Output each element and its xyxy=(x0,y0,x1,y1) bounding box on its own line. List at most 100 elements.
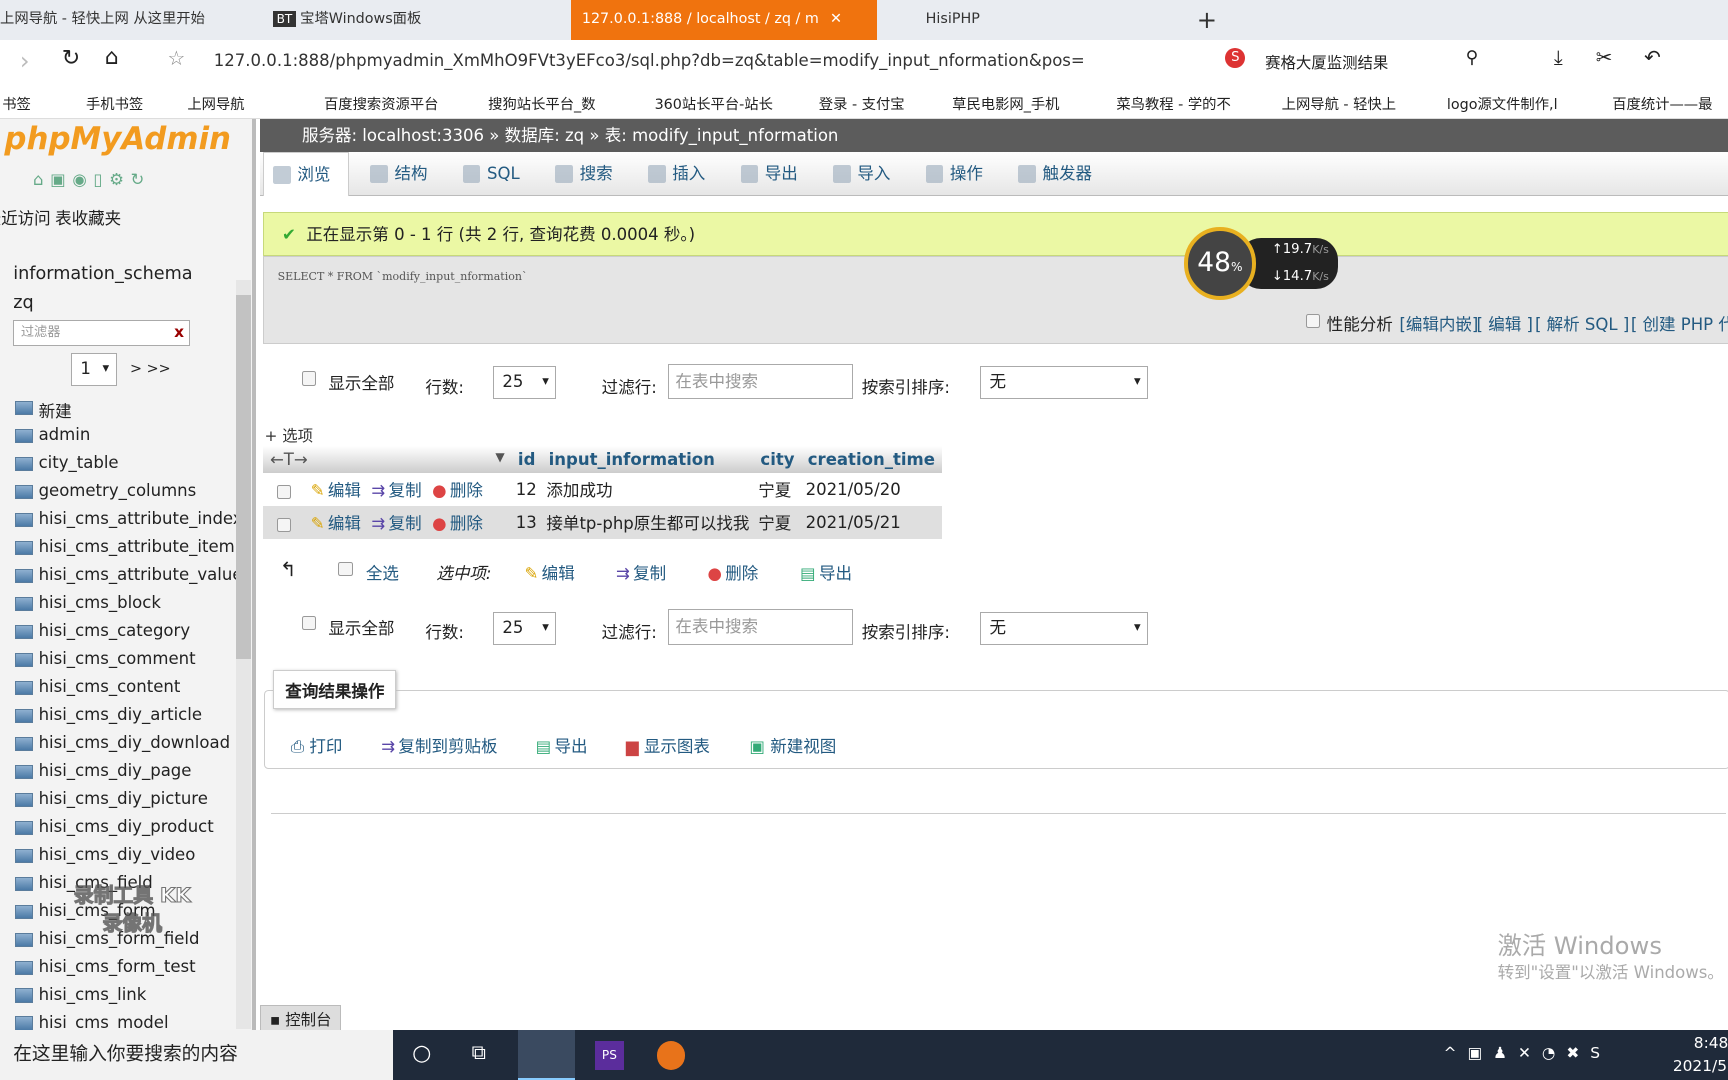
breadcrumb-database[interactable]: 数据库: zq xyxy=(505,126,585,145)
bookmark[interactable]: 百度搜索资源平台 xyxy=(324,93,439,114)
cell-input-information[interactable]: 添加成功 xyxy=(542,473,754,506)
sidebar-tab-favorites[interactable]: 表收藏夹 xyxy=(55,205,121,229)
tab-search[interactable]: 搜索 xyxy=(547,152,613,196)
cell-id[interactable]: 13 xyxy=(511,505,542,539)
undo-icon[interactable]: ↶ xyxy=(1644,46,1661,69)
column-header-creation-time[interactable]: creation_time xyxy=(801,446,942,473)
create-view-button[interactable]: ▣ 新建视图 xyxy=(749,733,836,757)
download-icon[interactable]: ⤓ xyxy=(1554,46,1563,69)
url-field[interactable]: 127.0.0.1:888/phpmyadmin_XmMhO9FVt3yEFco… xyxy=(214,51,1096,70)
sidebar-icons[interactable]: ⌂▣◉▯⚙↻ xyxy=(33,170,151,189)
bookmark[interactable]: 手机书签 xyxy=(86,93,143,114)
row-checkbox[interactable] xyxy=(276,484,291,499)
bookmark[interactable]: 上网导航 xyxy=(187,93,244,114)
sidebar-table-item[interactable]: hisi_cms_link xyxy=(39,985,147,1004)
taskbar-search[interactable]: 在这里输入你要搜索的内容 xyxy=(0,1030,394,1080)
tab-import[interactable]: 导入 xyxy=(824,152,890,196)
bookmark[interactable]: 360站长平台-站长 xyxy=(655,93,773,114)
row-edit-button[interactable]: 编辑 xyxy=(311,514,361,533)
sidebar-table-item[interactable]: city_table xyxy=(39,453,119,472)
clock-time[interactable]: 8:48 xyxy=(1694,1034,1728,1052)
row-delete-button[interactable]: 删除 xyxy=(432,514,483,533)
explain-sql-link[interactable]: [ 解析 SQL ] xyxy=(1535,311,1629,335)
bookmark[interactable]: 百度统计——最 xyxy=(1612,93,1712,114)
cell-creation-time[interactable]: 2021/05/20 xyxy=(801,473,941,506)
close-tab-icon[interactable]: ✕ xyxy=(830,11,842,27)
sidebar-table-item[interactable]: hisi_cms_attribute_value xyxy=(39,565,243,584)
task-view-icon[interactable]: ⧉ xyxy=(472,1041,486,1064)
browser-taskbar-icon[interactable] xyxy=(517,1030,576,1080)
bookmark[interactable]: logo源文件制作,l xyxy=(1447,93,1558,114)
bulk-delete-button[interactable]: 删除 xyxy=(707,560,758,584)
column-header-input-information[interactable]: input_information xyxy=(542,446,754,473)
sidebar-table-item[interactable]: admin xyxy=(39,425,91,444)
sidebar-table-item[interactable]: hisi_cms_attribute_index xyxy=(39,509,243,528)
bookmark[interactable]: 上网导航 - 轻快上 xyxy=(1282,93,1396,114)
tab-triggers[interactable]: 触发器 xyxy=(1009,152,1092,196)
cell-input-information[interactable]: 接单tp-php原生都可以找我 xyxy=(542,505,754,539)
tab-sql[interactable]: SQL xyxy=(454,152,520,196)
sidebar-table-item[interactable]: hisi_cms_model xyxy=(39,1013,169,1032)
row-edit-button[interactable]: 编辑 xyxy=(311,481,361,500)
export-button[interactable]: 导出 xyxy=(536,733,587,757)
page-next[interactable]: > >> xyxy=(130,361,171,377)
clear-filter-icon[interactable]: x xyxy=(174,323,184,341)
sidebar-table-item[interactable]: hisi_cms_diy_download xyxy=(39,733,231,752)
new-tab-icon[interactable]: + xyxy=(1197,0,1217,40)
bulk-copy-button[interactable]: 复制 xyxy=(616,560,666,584)
rows-select[interactable]: 25 xyxy=(492,365,557,399)
search-suggest[interactable]: 赛格大厦监测结果 xyxy=(1265,51,1388,73)
create-php-link[interactable]: [ 创建 PHP 代 xyxy=(1631,311,1728,335)
show-chart-button[interactable]: ▆ 显示图表 xyxy=(626,733,710,757)
page-select[interactable]: 1 xyxy=(70,352,117,386)
sidebar-table-item[interactable]: hisi_cms_comment xyxy=(39,649,196,668)
show-all-checkbox-bottom[interactable] xyxy=(301,616,317,631)
row-checkbox[interactable] xyxy=(276,517,291,532)
edit-link[interactable]: [ 编辑 ] xyxy=(1477,311,1533,335)
sidebar-table-item[interactable]: hisi_cms_attribute_item xyxy=(39,537,235,556)
db-information-schema[interactable]: information_schema xyxy=(13,264,192,284)
select-all-checkbox[interactable] xyxy=(338,562,353,577)
row-delete-button[interactable]: 删除 xyxy=(432,481,483,500)
clock-date[interactable]: 2021/5 xyxy=(1673,1057,1727,1075)
tab-hao[interactable]: 上网导航 - 轻快上网 从这里开始 xyxy=(0,0,253,40)
bulk-export-button[interactable]: 导出 xyxy=(800,560,852,584)
console-toggle[interactable]: ▪ 控制台 xyxy=(260,1005,342,1034)
sidebar-table-item[interactable]: hisi_cms_form_test xyxy=(39,957,196,976)
column-header-city[interactable]: city xyxy=(753,446,802,473)
sidebar-table-item[interactable]: geometry_columns xyxy=(39,481,197,500)
cell-city[interactable]: 宁夏 xyxy=(754,473,801,506)
sort-select[interactable]: 无 xyxy=(979,365,1149,399)
breadcrumb-server[interactable]: 服务器: localhost:3306 xyxy=(302,126,484,145)
profiling-checkbox[interactable] xyxy=(1305,313,1321,329)
phpstorm-icon[interactable]: PS xyxy=(595,1041,624,1071)
reload-icon[interactable]: ↻ xyxy=(62,46,80,71)
column-controls[interactable]: ←T→ ▼ xyxy=(263,446,512,473)
select-all-link[interactable]: 全选 xyxy=(366,560,399,584)
sidebar-table-item[interactable]: hisi_cms_diy_picture xyxy=(39,789,208,808)
tab-operations[interactable]: 操作 xyxy=(917,152,983,196)
options-toggle[interactable]: + 选项 xyxy=(264,424,313,446)
bookmark[interactable]: 书签 xyxy=(2,93,31,114)
bookmark[interactable]: 草民电影网_手机 xyxy=(952,93,1059,114)
new-table-link[interactable]: 新建 xyxy=(39,398,72,422)
edit-inline-link[interactable]: [编辑内嵌] xyxy=(1399,311,1478,335)
cell-creation-time[interactable]: 2021/05/21 xyxy=(801,505,942,539)
bulk-edit-button[interactable]: 编辑 xyxy=(525,560,575,584)
search-icon[interactable]: ⚲ xyxy=(1466,48,1479,68)
sidebar-table-item[interactable]: hisi_cms_content xyxy=(39,677,181,696)
row-copy-button[interactable]: 复制 xyxy=(371,481,421,500)
tab-phpmyadmin[interactable]: 127.0.0.1:888 / localhost / zq / m ✕ xyxy=(570,0,878,40)
filter-rows-input-bottom[interactable]: 在表中搜索 xyxy=(667,609,853,645)
tray-icons[interactable]: ^▣♟✕◔✖S xyxy=(1444,1044,1611,1062)
sidebar-tab-recent[interactable]: 最近访问 xyxy=(0,205,51,229)
bookmark[interactable]: 搜狗站长平台_数 xyxy=(488,93,595,114)
cortana-icon[interactable]: ○ xyxy=(412,1041,431,1066)
home-icon[interactable]: ⌂ xyxy=(105,45,119,70)
tab-hisiphp[interactable]: HisiPHP xyxy=(888,0,1108,40)
cell-city[interactable]: 宁夏 xyxy=(753,505,802,539)
scissors-icon[interactable]: ✂ xyxy=(1596,46,1613,69)
column-header-id[interactable]: id xyxy=(511,446,542,473)
tab-export[interactable]: 导出 xyxy=(732,152,798,196)
phpmyadmin-logo[interactable]: phpMyAdmin xyxy=(4,121,231,157)
